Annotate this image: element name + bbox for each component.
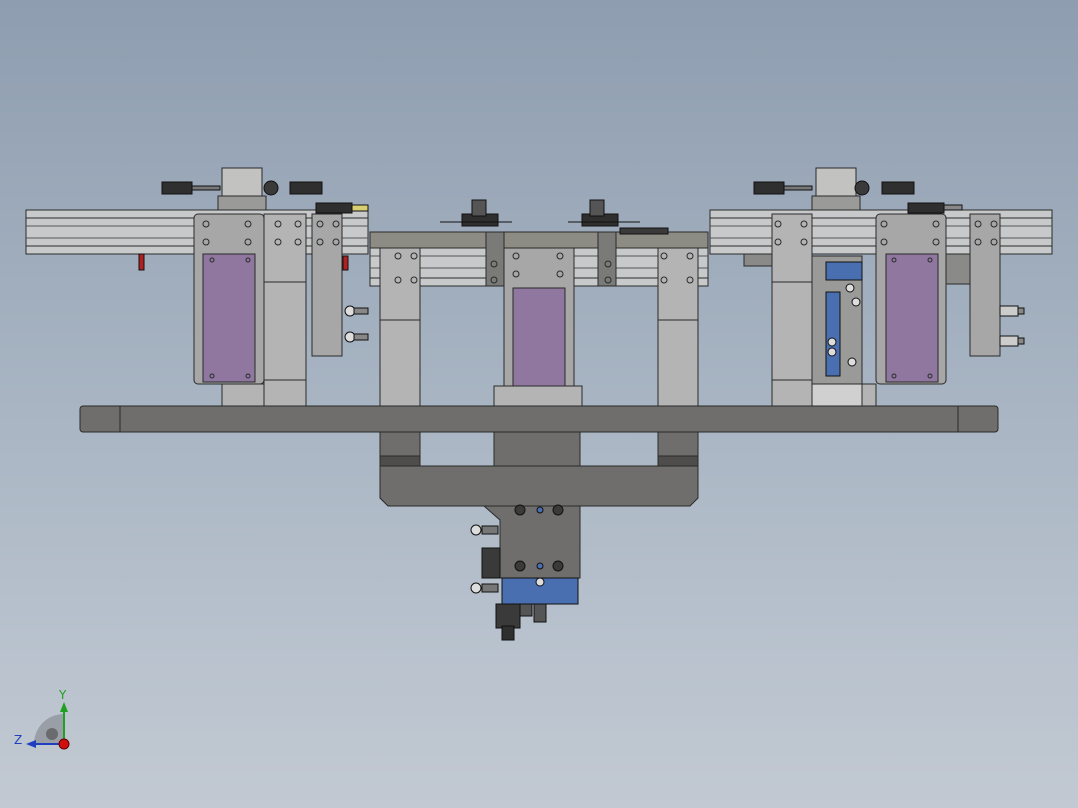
left-sensor-b [289,181,323,195]
right-purple-panel [885,253,939,383]
right-air-fitting-a [999,305,1019,317]
left-sensor-c [315,202,353,214]
right-air-fitting-b [999,335,1019,347]
orientation-triad[interactable]: Y Z [14,688,70,750]
left-sensor-a [161,181,193,195]
left-rail-module [25,167,369,407]
cad-viewport[interactable]: Y Z [0,0,1078,808]
right-sensor-c [907,202,945,214]
z-axis-label: Z [14,733,22,747]
center-module [369,199,709,407]
right-sensor-b [881,181,915,195]
right-rail-module [709,167,1053,407]
lower-bracket [379,431,699,641]
base-plate [79,405,999,433]
x-axis-dot [58,738,70,750]
left-purple-panel [202,253,256,383]
left-red-indicator [138,253,145,271]
right-sensor-a [753,181,785,195]
y-axis-label: Y [58,688,67,702]
